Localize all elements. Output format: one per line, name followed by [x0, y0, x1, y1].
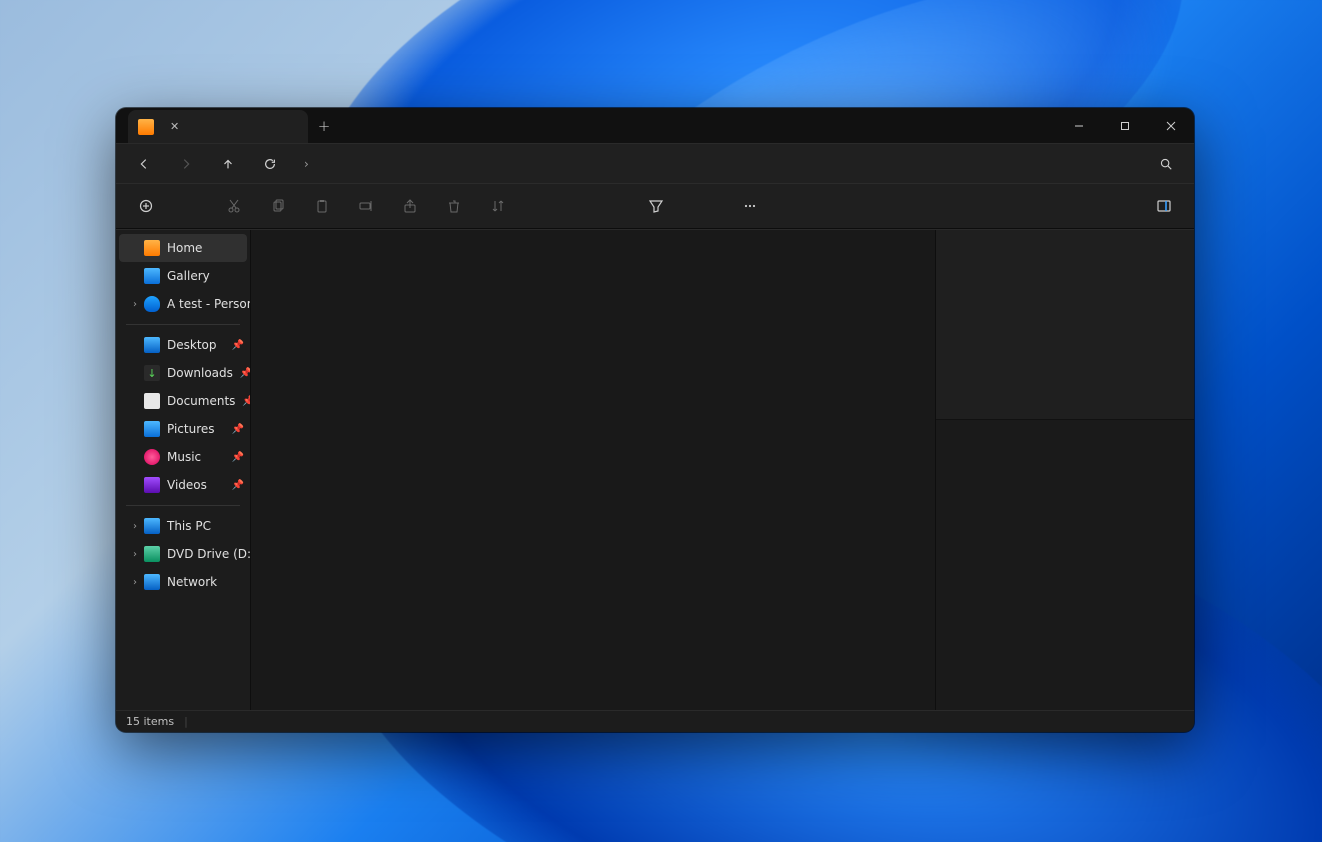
content-pane[interactable] — [251, 230, 936, 710]
pin-icon: 📌 — [242, 396, 251, 407]
sidebar-separator — [126, 505, 240, 506]
sidebar-item-onedrive[interactable]: › A test - Personal — [116, 290, 250, 318]
documents-icon — [144, 393, 160, 409]
more-button[interactable] — [730, 188, 770, 224]
sidebar-item-label: Desktop — [167, 338, 217, 352]
pictures-icon — [144, 421, 160, 437]
command-toolbar — [116, 183, 1194, 229]
sidebar-item-music[interactable]: Music 📌 — [116, 443, 250, 471]
paste-button[interactable] — [302, 188, 342, 224]
address-bar: › — [116, 143, 1194, 183]
gallery-icon — [144, 268, 160, 284]
sidebar-item-label: A test - Personal — [167, 297, 251, 311]
sidebar-item-dvd-drive[interactable]: › DVD Drive (D:) CCC — [116, 540, 250, 568]
close-button[interactable] — [1148, 108, 1194, 143]
home-icon — [138, 119, 154, 135]
sidebar-item-label: Downloads — [167, 366, 233, 380]
breadcrumb[interactable]: › — [294, 149, 1142, 179]
chevron-right-icon[interactable]: › — [128, 577, 142, 588]
sidebar-item-label: This PC — [167, 519, 211, 533]
share-button[interactable] — [390, 188, 430, 224]
details-info — [936, 420, 1194, 710]
minimize-button[interactable] — [1056, 108, 1102, 143]
cut-button[interactable] — [214, 188, 254, 224]
chevron-right-icon[interactable]: › — [128, 521, 142, 532]
music-icon — [144, 449, 160, 465]
sidebar-item-documents[interactable]: Documents 📌 — [116, 387, 250, 415]
pin-icon: 📌 — [232, 480, 244, 491]
new-tab-button[interactable]: + — [308, 117, 340, 135]
sidebar-item-gallery[interactable]: Gallery — [116, 262, 250, 290]
rename-button[interactable] — [346, 188, 386, 224]
sort-button[interactable] — [478, 188, 518, 224]
sidebar-item-network[interactable]: › Network — [116, 568, 250, 596]
desktop-icon — [144, 337, 160, 353]
sidebar-item-label: Pictures — [167, 422, 215, 436]
sidebar-item-label: Documents — [167, 394, 235, 408]
sidebar-item-label: Network — [167, 575, 217, 589]
videos-icon — [144, 477, 160, 493]
details-pane-button[interactable] — [1144, 188, 1184, 224]
file-explorer-window: ✕ + › — [116, 108, 1194, 732]
details-preview — [936, 230, 1194, 420]
status-separator: | — [184, 715, 188, 728]
sidebar-separator — [126, 324, 240, 325]
sidebar-item-desktop[interactable]: Desktop 📌 — [116, 331, 250, 359]
cloud-icon — [144, 296, 160, 312]
refresh-button[interactable] — [252, 148, 288, 180]
close-tab-icon[interactable]: ✕ — [170, 120, 179, 133]
sidebar-item-label: Videos — [167, 478, 207, 492]
sidebar-item-label: Gallery — [167, 269, 210, 283]
sidebar-item-label: DVD Drive (D:) CCC — [167, 547, 251, 561]
sidebar-item-home[interactable]: Home — [119, 234, 247, 262]
navigation-pane: Home Gallery › A test - Personal Desktop… — [116, 230, 251, 710]
titlebar: ✕ + — [116, 108, 1194, 143]
delete-button[interactable] — [434, 188, 474, 224]
status-bar: 15 items | — [116, 710, 1194, 732]
pin-icon: 📌 — [232, 424, 244, 435]
tab-active[interactable]: ✕ — [128, 110, 308, 143]
dvd-drive-icon — [144, 546, 160, 562]
back-button[interactable] — [126, 148, 162, 180]
home-icon — [144, 240, 160, 256]
sidebar-item-this-pc[interactable]: › This PC — [116, 512, 250, 540]
up-button[interactable] — [210, 148, 246, 180]
sidebar-item-label: Home — [167, 241, 202, 255]
pin-icon: 📌 — [232, 340, 244, 351]
maximize-button[interactable] — [1102, 108, 1148, 143]
explorer-body: Home Gallery › A test - Personal Desktop… — [116, 229, 1194, 710]
status-item-count: 15 items — [126, 715, 174, 728]
network-icon — [144, 574, 160, 590]
pin-icon: 📌 — [240, 368, 251, 379]
downloads-icon: ↓ — [144, 365, 160, 381]
details-pane — [936, 230, 1194, 710]
sidebar-item-pictures[interactable]: Pictures 📌 — [116, 415, 250, 443]
sidebar-item-videos[interactable]: Videos 📌 — [116, 471, 250, 499]
forward-button[interactable] — [168, 148, 204, 180]
sidebar-item-downloads[interactable]: ↓ Downloads 📌 — [116, 359, 250, 387]
this-pc-icon — [144, 518, 160, 534]
search-button[interactable] — [1148, 157, 1184, 171]
pin-icon: 📌 — [232, 452, 244, 463]
new-button[interactable] — [126, 188, 166, 224]
window-controls — [1056, 108, 1194, 143]
tab-strip: ✕ + — [116, 108, 1056, 143]
copy-button[interactable] — [258, 188, 298, 224]
chevron-right-icon[interactable]: › — [128, 549, 142, 560]
chevron-right-icon: › — [304, 157, 309, 171]
sidebar-item-label: Music — [167, 450, 201, 464]
filter-button[interactable] — [636, 188, 676, 224]
chevron-right-icon[interactable]: › — [128, 299, 142, 310]
